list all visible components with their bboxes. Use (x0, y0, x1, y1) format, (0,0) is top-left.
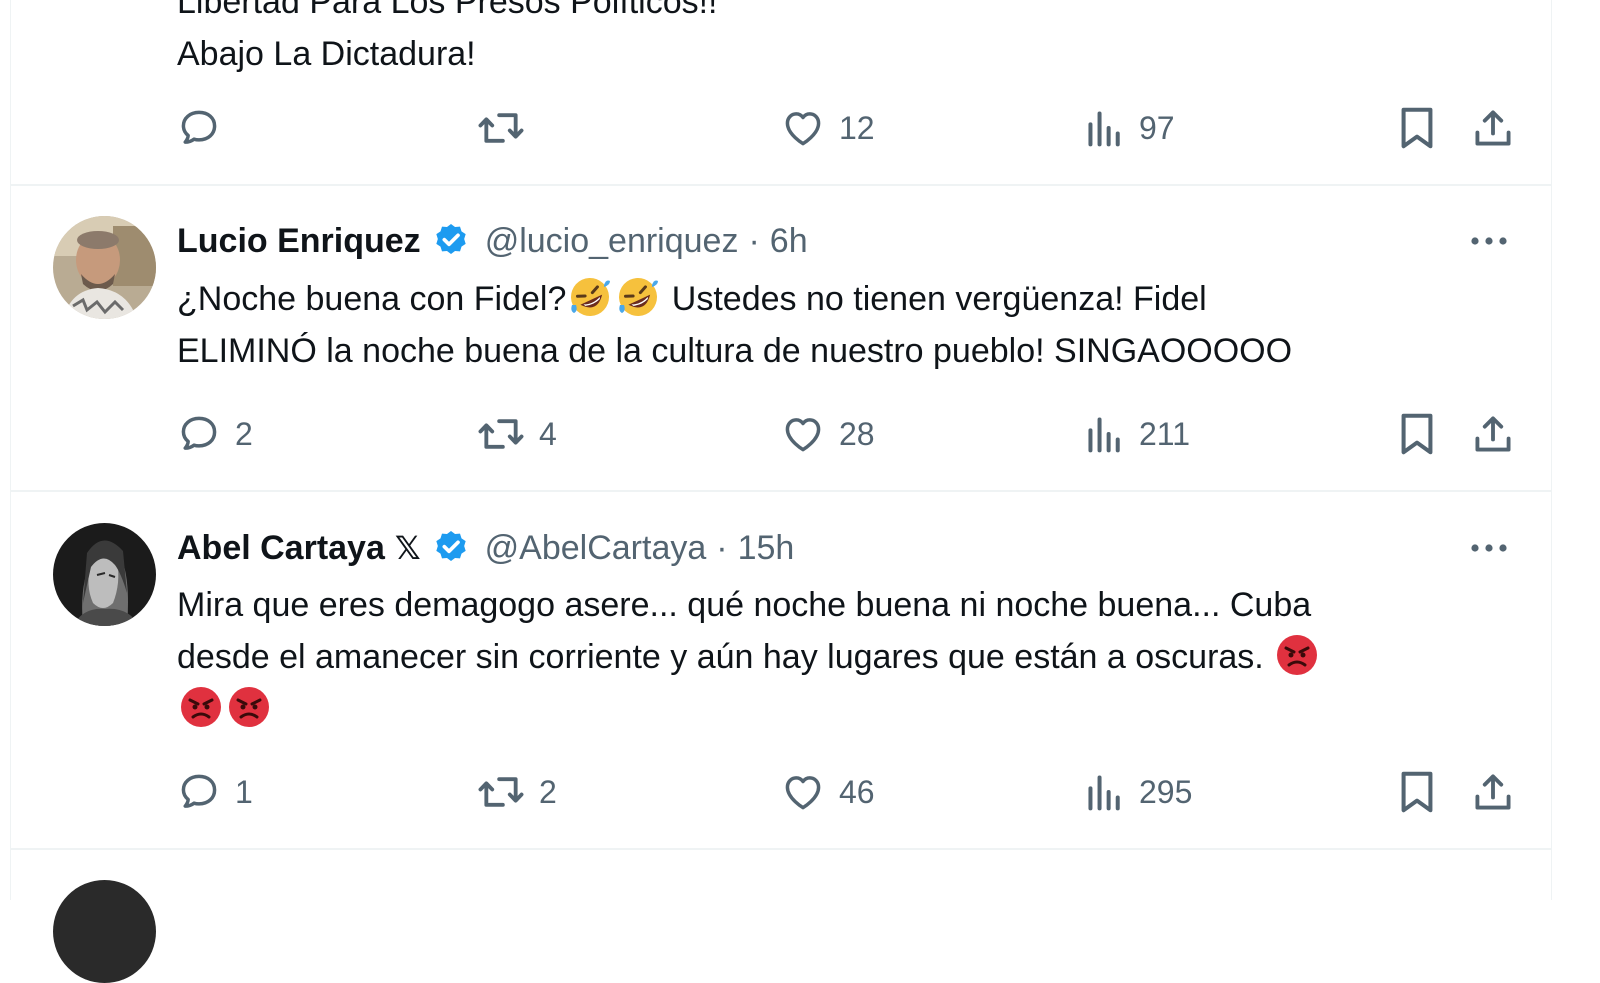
more-icon (1469, 540, 1509, 558)
bookmark-icon (1397, 411, 1437, 457)
reply-button[interactable]: 2 (177, 409, 253, 459)
text-segment: Ustedes no tienen vergüenza! Fidel (662, 280, 1207, 318)
tweet-text-line: ELIMINÓ la noche buena de la cultura de … (177, 325, 1507, 377)
tweet-actions: 1 2 46 295 (177, 767, 1517, 817)
views-button[interactable]: 211 (1085, 409, 1190, 459)
timestamp[interactable]: 6h (770, 222, 808, 261)
avatar[interactable] (53, 216, 156, 319)
like-count: 46 (839, 773, 875, 810)
author-name[interactable]: Lucio Enriquez (177, 222, 421, 261)
avatar[interactable] (53, 880, 156, 983)
share-icon (1471, 106, 1515, 150)
retweet-icon (477, 412, 525, 456)
tweet-text: ¿Noche buena con Fidel? Ustedes no tiene… (177, 273, 1507, 377)
views-icon (1085, 412, 1125, 456)
like-button[interactable]: 46 (781, 767, 875, 817)
reply-icon (177, 412, 221, 456)
views-button[interactable]: 295 (1085, 767, 1192, 817)
views-count: 97 (1139, 109, 1175, 146)
heart-icon (781, 412, 825, 456)
tweet-header: Lucio Enriquez @lucio_enriquez · 6h (177, 216, 808, 266)
heart-icon (781, 106, 825, 150)
timeline: Libertad Para Los Presos Políticos!! Aba… (10, 0, 1552, 983)
tweet-text: Libertad Para Los Presos Políticos!! Aba… (177, 0, 1507, 80)
more-button[interactable] (1469, 222, 1509, 262)
angry-face-emoji (1275, 633, 1319, 677)
separator-dot: · (748, 221, 760, 260)
text-segment: Mira que eres demagogo asere... qué noch… (177, 586, 1312, 624)
reply-icon (177, 770, 221, 814)
retweet-button[interactable] (477, 103, 525, 153)
verified-badge-icon (431, 528, 471, 568)
views-icon (1085, 770, 1125, 814)
angry-face-emoji (227, 685, 271, 729)
bookmark-button[interactable] (1397, 409, 1437, 459)
tweet-text-line: Mira que eres demagogo asere... qué noch… (177, 579, 1507, 631)
retweet-count: 4 (539, 415, 557, 452)
share-button[interactable] (1471, 767, 1515, 817)
like-count: 12 (839, 109, 875, 146)
bookmark-button[interactable] (1397, 103, 1437, 153)
bookmark-icon (1397, 105, 1437, 151)
tweet[interactable]: Libertad Para Los Presos Políticos!! Aba… (11, 0, 1551, 186)
more-icon (1469, 233, 1509, 251)
angry-face-emoji (179, 685, 223, 729)
share-button[interactable] (1471, 409, 1515, 459)
tweet-actions: 2 4 28 211 (177, 409, 1517, 459)
tweet-text-line: Libertad Para Los Presos Políticos!! (177, 0, 718, 21)
views-count: 295 (1139, 773, 1193, 810)
reply-button[interactable]: 1 (177, 767, 253, 817)
bookmark-button[interactable] (1397, 767, 1437, 817)
tweet[interactable]: Lucio Enriquez @lucio_enriquez · 6h ¿Noc… (11, 186, 1551, 492)
retweet-count: 2 (539, 773, 557, 810)
text-segment: desde el amanecer sin corriente y aún ha… (177, 638, 1274, 676)
like-button[interactable]: 28 (781, 409, 875, 459)
retweet-button[interactable]: 4 (477, 409, 557, 459)
share-icon (1471, 412, 1515, 456)
rofl-emoji (616, 275, 660, 319)
views-count: 211 (1139, 415, 1191, 452)
tweet-text-line (177, 683, 1507, 735)
like-count: 28 (839, 415, 875, 452)
separator-dot: · (716, 528, 728, 567)
share-button[interactable] (1471, 103, 1515, 153)
reply-count: 1 (235, 773, 253, 810)
views-icon (1085, 106, 1125, 150)
author-name[interactable]: Abel Cartaya (177, 529, 385, 568)
tweet[interactable] (11, 850, 1551, 983)
avatar[interactable] (53, 523, 156, 626)
x-logo-icon: 𝕏 (394, 530, 421, 566)
retweet-icon (477, 106, 525, 150)
timestamp[interactable]: 15h (738, 529, 795, 568)
heart-icon (781, 770, 825, 814)
share-icon (1471, 770, 1515, 814)
author-handle[interactable]: @AbelCartaya (485, 529, 707, 568)
text-segment: ELIMINÓ la noche buena de la cultura de … (177, 332, 1293, 370)
more-button[interactable] (1469, 529, 1509, 569)
reply-count: 2 (235, 415, 253, 452)
like-button[interactable]: 12 (781, 103, 875, 153)
views-button[interactable]: 97 (1085, 103, 1175, 153)
reply-icon (177, 106, 221, 150)
tweet-actions: 12 97 (177, 103, 1517, 153)
tweet-header: Abel Cartaya 𝕏 @AbelCartaya · 15h (177, 523, 794, 573)
tweet-text-line: desde el amanecer sin corriente y aún ha… (177, 631, 1507, 683)
retweet-icon (477, 770, 525, 814)
author-handle[interactable]: @lucio_enriquez (485, 222, 739, 261)
tweet-text-line: Abajo La Dictadura! (177, 35, 476, 73)
verified-badge-icon (431, 221, 471, 261)
tweet[interactable]: Abel Cartaya 𝕏 @AbelCartaya · 15h Mira q… (11, 492, 1551, 850)
tweet-text: Mira que eres demagogo asere... qué noch… (177, 579, 1507, 735)
reply-button[interactable] (177, 103, 221, 153)
rofl-emoji (568, 275, 612, 319)
retweet-button[interactable]: 2 (477, 767, 557, 817)
tweet-text-line: ¿Noche buena con Fidel? Ustedes no tiene… (177, 273, 1507, 325)
text-segment: ¿Noche buena con Fidel? (177, 280, 567, 318)
bookmark-icon (1397, 769, 1437, 815)
